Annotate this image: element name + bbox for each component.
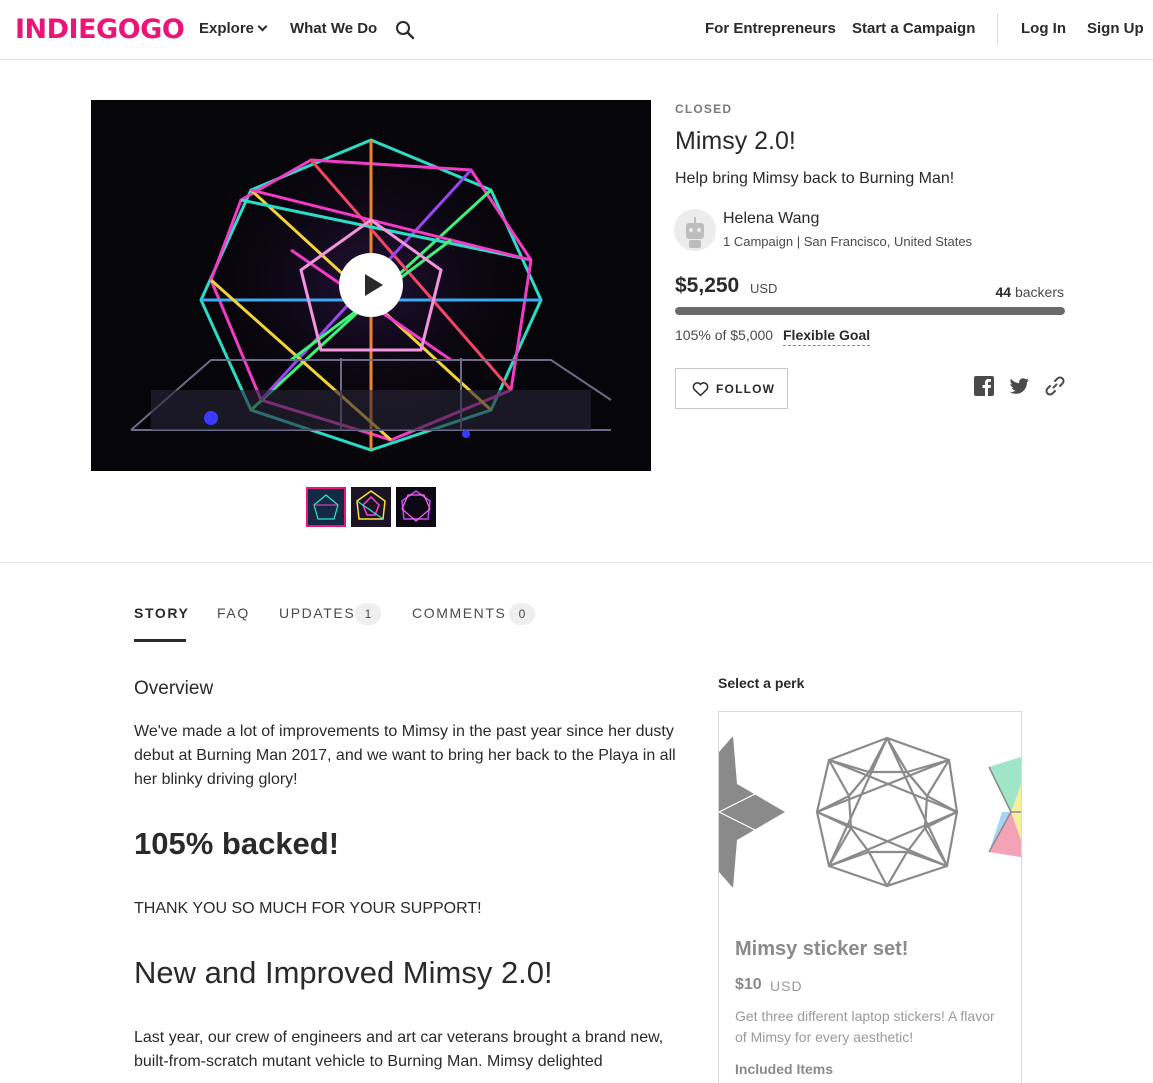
funds-currency: USD bbox=[750, 281, 778, 296]
perk-price: $10 bbox=[735, 976, 762, 993]
select-perk-label: Select a perk bbox=[718, 675, 805, 691]
thumbnail-3[interactable] bbox=[396, 487, 436, 527]
thumbnail-1[interactable] bbox=[306, 487, 346, 527]
thumbnail-image bbox=[351, 487, 391, 527]
backers-count: 44 backers bbox=[996, 284, 1065, 300]
tab-updates[interactable]: UPDATES bbox=[279, 605, 355, 621]
tab-story[interactable]: STORY bbox=[134, 605, 189, 621]
story-overview-heading: Overview bbox=[134, 678, 214, 699]
facebook-icon[interactable] bbox=[973, 375, 995, 397]
nav-for-entrepreneurs[interactable]: For Entrepreneurs bbox=[705, 20, 836, 37]
link-icon[interactable] bbox=[1044, 375, 1066, 397]
perk-card[interactable]: Mimsy sticker set! $10 USD Get three dif… bbox=[718, 711, 1022, 1083]
heart-icon bbox=[692, 382, 709, 397]
site-header: INDIEGOGO Explore What We Do For Entrepr… bbox=[0, 0, 1153, 60]
campaign-tagline: Help bring Mimsy back to Burning Man! bbox=[675, 170, 955, 187]
goal-type-link[interactable]: Flexible Goal bbox=[783, 327, 871, 346]
twitter-icon[interactable] bbox=[1008, 375, 1030, 397]
nav-explore-label: Explore bbox=[199, 20, 255, 37]
avatar[interactable] bbox=[674, 209, 716, 251]
owner-meta: 1 Campaign | San Francisco, United State… bbox=[723, 234, 973, 249]
nav-what-we-do[interactable]: What We Do bbox=[290, 20, 377, 37]
funds-raised: $5,250 bbox=[675, 274, 740, 297]
nav-sign-up[interactable]: Sign Up bbox=[1087, 20, 1144, 37]
indiegogo-logo[interactable]: INDIEGOGO bbox=[15, 14, 185, 45]
tab-faq[interactable]: FAQ bbox=[217, 605, 250, 621]
tab-story-underline bbox=[134, 639, 186, 642]
follow-label: FOLLOW bbox=[716, 382, 776, 396]
backers-label: backers bbox=[1014, 284, 1064, 300]
updates-count-badge: 1 bbox=[355, 603, 381, 625]
nav-log-in[interactable]: Log In bbox=[1021, 20, 1066, 37]
play-icon[interactable] bbox=[339, 253, 403, 317]
story-heading-backed: 105% backed! bbox=[134, 826, 340, 861]
chevron-down-icon bbox=[257, 21, 268, 32]
nav-explore[interactable]: Explore bbox=[199, 20, 268, 37]
funding-progress-fill bbox=[675, 307, 1065, 315]
funding-progress-bar bbox=[675, 307, 1065, 315]
nav-divider bbox=[997, 13, 998, 45]
campaign-title: Mimsy 2.0! bbox=[675, 127, 796, 155]
story-thanks: THANK YOU SO MUCH FOR YOUR SUPPORT! bbox=[134, 900, 482, 917]
perk-image bbox=[719, 712, 1021, 912]
comments-count-badge: 0 bbox=[509, 603, 535, 625]
section-divider bbox=[0, 562, 1153, 563]
search-icon[interactable] bbox=[395, 20, 415, 40]
thumbnail-2[interactable] bbox=[351, 487, 391, 527]
perk-description: Get three different laptop stickers! A f… bbox=[735, 1008, 995, 1045]
campaign-video[interactable] bbox=[91, 100, 651, 471]
follow-button[interactable]: FOLLOW bbox=[675, 368, 788, 409]
robot-avatar-icon bbox=[674, 209, 716, 251]
goal-text: 105% of $5,000 bbox=[675, 327, 774, 343]
owner-name[interactable]: Helena Wang bbox=[723, 210, 819, 228]
thumbnail-image bbox=[396, 487, 436, 527]
perk-title: Mimsy sticker set! bbox=[735, 938, 909, 960]
thumbnail-image bbox=[308, 489, 344, 525]
tab-comments[interactable]: COMMENTS bbox=[412, 605, 506, 621]
backers-number: 44 bbox=[995, 284, 1012, 300]
campaign-status: CLOSED bbox=[675, 102, 733, 116]
story-paragraph: We've made a lot of improvements to Mims… bbox=[134, 723, 676, 788]
perk-included-items-label: Included Items bbox=[735, 1061, 834, 1077]
story-paragraph: Last year, our crew of engineers and art… bbox=[134, 1029, 664, 1070]
perk-currency: USD bbox=[770, 978, 803, 994]
story-heading-new: New and Improved Mimsy 2.0! bbox=[134, 955, 553, 990]
nav-start-campaign[interactable]: Start a Campaign bbox=[852, 20, 975, 37]
